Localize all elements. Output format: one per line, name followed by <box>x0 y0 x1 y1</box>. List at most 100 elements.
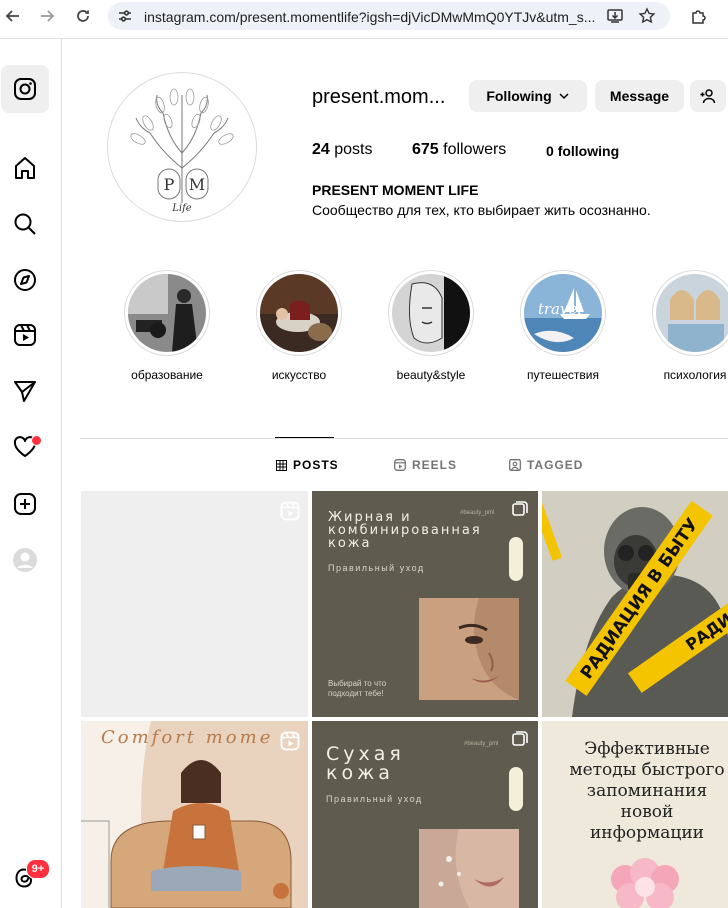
following-button[interactable]: Following <box>469 80 587 112</box>
suggested-users-button[interactable] <box>690 80 726 112</box>
highlight-art[interactable]: искусство <box>255 270 343 382</box>
create-plus-icon[interactable] <box>12 491 38 517</box>
highlight-travel[interactable]: travel путешествия <box>519 270 607 382</box>
notification-dot <box>31 435 42 446</box>
highlight-label: образование <box>131 368 203 382</box>
highlight-cover <box>656 274 728 352</box>
left-nav-rail: 9+ <box>0 39 62 908</box>
add-person-icon <box>700 89 716 104</box>
forward-button[interactable] <box>36 5 58 27</box>
address-bar[interactable]: instagram.com/present.momentlife?igsh=dj… <box>108 2 670 30</box>
toolbar-divider <box>0 38 728 39</box>
post-hashtag: #beauty_pml <box>464 741 499 747</box>
url-text[interactable]: instagram.com/present.momentlife?igsh=dj… <box>144 9 604 25</box>
tree-logo-image: P M Life <box>110 75 254 219</box>
memory-line: запоминания <box>586 781 708 801</box>
tabs-divider <box>80 438 728 439</box>
search-icon[interactable] <box>12 211 38 237</box>
pink-flower-illustration <box>611 858 679 908</box>
highlight-ring: BEAUTY <box>388 270 474 356</box>
reload-icon <box>77 10 89 22</box>
arrow-right-icon <box>41 10 55 22</box>
highlight-ring <box>124 270 210 356</box>
following-label: following <box>557 143 620 159</box>
bookmark-star-icon[interactable] <box>638 7 656 25</box>
highlight-education[interactable]: образование <box>123 270 211 382</box>
site-info-icon[interactable] <box>116 7 134 25</box>
home-icon[interactable] <box>12 155 38 181</box>
highlight-cover: travel <box>524 274 602 352</box>
post-tile-oily-skin[interactable]: #beauty_pml Жирная и комбинированная кож… <box>312 491 538 717</box>
following-count: 0 <box>546 143 554 159</box>
post-tile-memory[interactable]: Эффективные методы быстрого запоминания … <box>542 721 728 908</box>
active-tab-indicator <box>275 437 334 438</box>
profile-avatar-icon[interactable] <box>12 547 38 573</box>
followers-stat[interactable]: 675 followers <box>412 141 506 159</box>
reel-indicator-icon <box>280 731 300 751</box>
highlight-label: искусство <box>271 368 327 382</box>
carousel-indicator-icon <box>512 731 528 746</box>
reload-button[interactable] <box>72 5 94 27</box>
highlight-label: beauty&style <box>396 368 466 382</box>
post-tile-radiation[interactable]: РАДИАЦИЯ В БЫТУ РАДИ <box>542 491 728 717</box>
memory-line: методы быстрого <box>569 760 725 780</box>
profile-bio: Сообщество для тех, кто выбирает жить ос… <box>312 202 651 218</box>
reel-indicator-icon <box>280 501 300 521</box>
explore-compass-icon[interactable] <box>12 267 38 293</box>
profile-avatar[interactable]: P M Life <box>107 72 257 222</box>
face-photo <box>419 829 519 908</box>
svg-text:M: M <box>189 175 205 194</box>
instagram-logo-button[interactable] <box>1 65 49 113</box>
comfort-title: Comfort mome <box>101 727 274 748</box>
highlight-ring: travel <box>520 270 606 356</box>
grid-icon <box>276 459 287 471</box>
followers-label: followers <box>443 141 507 158</box>
puzzle-icon <box>692 10 706 24</box>
profile-username: present.mom... <box>312 86 446 108</box>
message-button-label: Message <box>609 88 670 104</box>
decorative-pill <box>509 767 523 811</box>
memory-line: информации <box>589 823 705 843</box>
highlight-ring <box>652 270 728 356</box>
following-stat[interactable]: 0 following <box>546 143 619 159</box>
install-app-icon[interactable] <box>606 7 624 25</box>
face-photo <box>419 598 519 700</box>
post-subtitle: Правильный уход <box>326 794 423 804</box>
post-tile-comfort[interactable]: Comfort mome <box>81 721 308 908</box>
tag-person-icon <box>509 459 521 471</box>
extensions-button[interactable] <box>688 5 710 27</box>
carousel-indicator-icon <box>512 501 528 516</box>
posts-count: 24 <box>312 141 330 158</box>
svg-text:P: P <box>164 175 175 194</box>
reels-icon <box>394 459 406 471</box>
tab-reels-label: REELS <box>412 458 458 472</box>
posts-stat: 24 posts <box>312 141 373 159</box>
tab-tagged-label: TAGGED <box>527 458 584 472</box>
memory-line: Эффективные <box>584 739 710 759</box>
post-tile-dry-skin[interactable]: #beauty_pml Сухая кожа Правильный уход <box>312 721 538 908</box>
post-footer-line: подходит тебе! <box>328 689 384 698</box>
tab-posts-label: POSTS <box>293 458 339 472</box>
highlight-psychology[interactable]: психология <box>651 270 728 382</box>
avatar-script-text: Life <box>171 203 192 214</box>
browser-toolbar: instagram.com/present.momentlife?igsh=dj… <box>0 0 728 32</box>
post-tile[interactable] <box>81 491 308 717</box>
arrow-left-icon <box>5 10 19 22</box>
tab-tagged[interactable]: TAGGED <box>509 458 583 472</box>
highlight-cover: BEAUTY <box>392 274 470 352</box>
highlight-cover <box>260 274 338 352</box>
profile-full-name: PRESENT MOMENT LIFE <box>312 182 479 198</box>
highlight-beauty[interactable]: BEAUTY beauty&style <box>387 270 475 382</box>
tab-posts[interactable]: POSTS <box>276 458 339 472</box>
reels-icon[interactable] <box>12 322 38 348</box>
post-title-line: кожа <box>328 536 372 551</box>
post-footer-line: Выбирай то что <box>328 679 387 688</box>
message-button[interactable]: Message <box>595 80 684 112</box>
decorative-pill <box>509 537 523 581</box>
post-title-line: Сухая <box>326 743 405 765</box>
back-button[interactable] <box>2 5 24 27</box>
radiation-photo: РАДИАЦИЯ В БЫТУ РАДИ <box>542 491 728 717</box>
messages-paper-plane-icon[interactable] <box>12 378 38 404</box>
tab-reels[interactable]: REELS <box>394 458 457 472</box>
chevron-down-icon <box>559 93 569 100</box>
